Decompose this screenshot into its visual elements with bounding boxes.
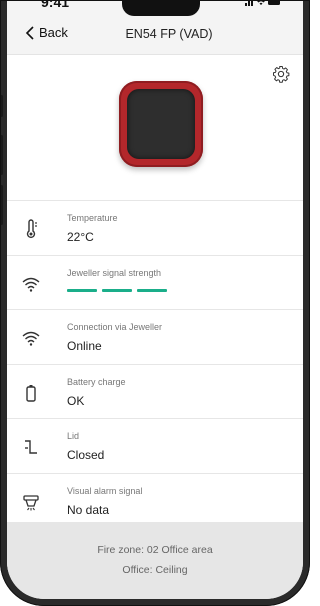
device-status-list: Temperature 22°C Jeweller signal strengt… — [7, 200, 303, 527]
row-label: Connection via Jeweller — [67, 322, 163, 332]
row-value: 22°C — [67, 230, 94, 244]
row-value: Closed — [67, 448, 105, 462]
office-text: Office: Ceiling — [122, 564, 188, 576]
page-title: EN54 FP (VAD) — [125, 27, 213, 41]
lid-icon — [25, 440, 37, 454]
row-label: Temperature — [67, 213, 118, 223]
row-value: Online — [67, 339, 102, 353]
battery-icon — [26, 384, 36, 402]
phone-screen: 9:41 Back EN54 FP (VAD) Temperature 22°C… — [0, 0, 310, 606]
row-label: Lid — [67, 431, 80, 441]
row-connection: Connection via Jeweller Online — [7, 309, 303, 364]
signal-icon — [22, 331, 40, 346]
row-signal-strength: Jeweller signal strength — [7, 254, 303, 309]
row-lid: Lid Closed — [7, 418, 303, 473]
status-bar: 9:41 — [7, 0, 303, 16]
device-face — [127, 89, 195, 159]
volume-up-button — [0, 135, 3, 175]
row-value: No data — [67, 502, 110, 517]
row-visual-alarm: Visual alarm signal No data — [7, 472, 303, 527]
signal-bars — [67, 288, 167, 292]
side-button — [0, 95, 3, 117]
row-battery: Battery charge OK — [7, 363, 303, 418]
volume-down-button — [0, 185, 3, 225]
visual-alarm-icon — [23, 494, 39, 510]
cellular-wifi-battery-icon — [245, 0, 280, 6]
row-label: Battery charge — [67, 376, 126, 387]
status-icons — [245, 0, 281, 10]
gear-icon[interactable] — [272, 65, 290, 83]
signal-bar — [102, 288, 132, 292]
row-value: OK — [67, 393, 85, 408]
location-footer: Fire zone: 02 Office area Office: Ceilin… — [7, 522, 303, 599]
status-time: 9:41 — [41, 0, 70, 10]
signal-icon — [22, 277, 40, 292]
row-label: Jeweller signal strength — [67, 267, 162, 278]
row-temperature: Temperature 22°C — [7, 200, 303, 255]
signal-bar — [67, 288, 97, 292]
row-label: Visual alarm signal — [67, 485, 143, 496]
navigation-bar: Back EN54 FP (VAD) — [7, 16, 303, 55]
device-hero — [7, 55, 303, 200]
dynamic-island — [122, 0, 200, 16]
device-image — [119, 81, 203, 167]
fire-zone-text: Fire zone: 02 Office area — [97, 544, 213, 556]
thermometer-icon — [26, 219, 37, 239]
signal-bar — [137, 288, 167, 292]
